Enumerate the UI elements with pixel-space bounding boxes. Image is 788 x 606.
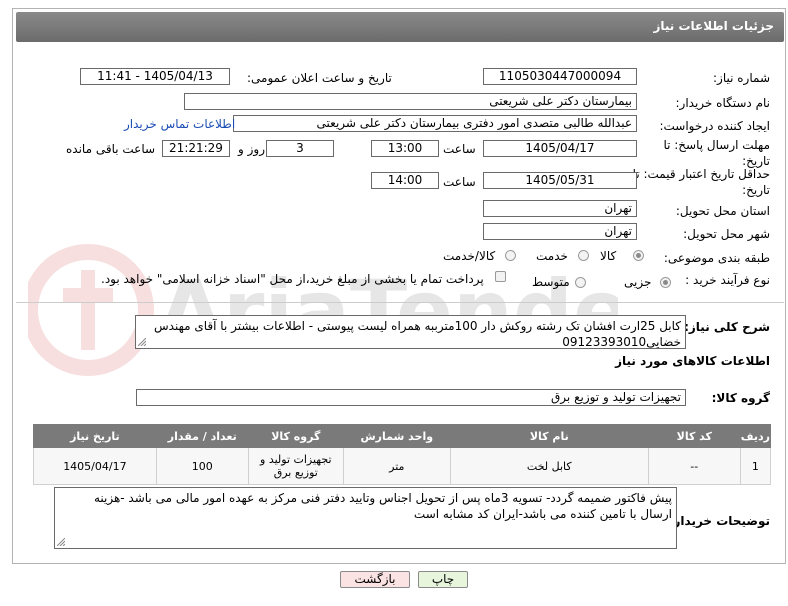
buyer-contact-link[interactable]: اطلاعات تماس خریدار (124, 117, 235, 131)
days-label: روز و (238, 142, 265, 156)
reply-time-label: ساعت (443, 142, 476, 156)
table-row: 1 -- کابل لخت متر تجهیزات تولید و توزیع … (33, 447, 772, 485)
category-option-goods: کالا (600, 249, 617, 263)
buyer-org-label: نام دستگاه خریدار: (675, 96, 771, 110)
reply-date-field: 1405/04/17 (483, 140, 637, 157)
price-time-field: 14:00 (371, 172, 439, 189)
cell-unit: متر (342, 447, 451, 485)
goods-table: ردیف کد کالا نام کالا واحد شمارش گروه کا… (33, 424, 772, 485)
col-group: گروه کالا (247, 424, 344, 448)
general-desc-label: شرح کلی نیاز: (684, 320, 770, 334)
price-time-label: ساعت (443, 175, 476, 189)
cell-group: تجهیزات تولید و توزیع برق (247, 447, 344, 485)
days-field: 3 (266, 140, 334, 157)
cell-quantity: 100 (155, 447, 249, 485)
announce-label: تاریخ و ساعت اعلان عمومی: (247, 71, 392, 85)
remaining-label: ساعت باقی مانده (66, 142, 156, 156)
col-quantity: تعداد / مقدار (155, 424, 249, 448)
process-radio-medium[interactable] (575, 277, 586, 288)
goods-group-label: گروه کالا: (711, 391, 770, 405)
cell-code: -- (647, 447, 741, 485)
need-number-field: 1105030447000094 (483, 68, 637, 85)
category-radio-service[interactable] (578, 250, 589, 261)
category-option-both: کالا/خدمت (443, 249, 496, 263)
col-date: تاریخ نیاز (33, 424, 157, 448)
price-date-field: 1405/05/31 (483, 172, 637, 189)
page-header: جزئیات اطلاعات نیاز (16, 12, 784, 42)
general-desc-text: کابل 25ارت افشان تک رشته روکش دار 100متر… (154, 319, 681, 349)
print-button[interactable]: چاپ (418, 571, 468, 588)
cell-date: 1405/04/17 (33, 447, 157, 485)
treasury-payment-checkbox[interactable] (495, 271, 506, 282)
resize-grip-icon[interactable] (57, 538, 65, 546)
resize-grip-icon[interactable] (138, 338, 146, 346)
back-button[interactable]: بازگشت (340, 571, 410, 588)
requester-field: عبدالله طالبی متصدی امور دفتری بیمارستان… (233, 115, 637, 132)
buyer-org-field: بیمارستان دکتر علی شریعتی (184, 93, 637, 110)
col-row: ردیف (739, 424, 772, 448)
requester-label: ایجاد کننده درخواست: (659, 119, 770, 133)
remaining-time-field: 21:21:29 (162, 140, 230, 157)
buyer-notes-textarea[interactable]: پیش فاکتور ضمیمه گردد- تسویه 3ماه پس از … (54, 487, 677, 549)
process-option-medium: متوسط (532, 275, 570, 289)
category-option-service: خدمت (536, 249, 568, 263)
price-deadline-label: حداقل تاریخ اعتبار قیمت: تا تاریخ: (632, 167, 770, 197)
goods-group-field: تجهیزات تولید و توزیع برق (136, 389, 686, 406)
reply-time-field: 13:00 (371, 140, 439, 157)
process-radio-minor[interactable] (660, 277, 671, 288)
reply-deadline-label: مهلت ارسال پاسخ: تا تاریخ: (663, 138, 770, 168)
category-label: طبقه بندی موضوعی: (663, 251, 770, 265)
treasury-payment-note: پرداخت تمام یا بخشی از مبلغ خرید،از محل … (101, 272, 484, 286)
delivery-province-label: استان محل تحویل: (675, 204, 770, 218)
general-desc-textarea[interactable]: کابل 25ارت افشان تک رشته روکش دار 100متر… (135, 315, 686, 349)
delivery-city-field: تهران (483, 223, 637, 240)
col-name: نام کالا (449, 424, 649, 448)
announce-field: 1405/04/13 - 11:41 (80, 68, 230, 85)
need-number-label: شماره نیاز: (713, 71, 770, 85)
col-code: کد کالا (647, 424, 741, 448)
goods-info-title: اطلاعات کالاهای مورد نیاز (615, 354, 770, 368)
table-header-row: ردیف کد کالا نام کالا واحد شمارش گروه کا… (33, 424, 772, 448)
page-title: جزئیات اطلاعات نیاز (653, 19, 774, 33)
category-radio-goods[interactable] (633, 250, 644, 261)
category-radio-both[interactable] (505, 250, 516, 261)
divider (16, 302, 784, 303)
cell-row: 1 (739, 447, 772, 485)
delivery-province-field: تهران (483, 200, 637, 217)
cell-name: کابل لخت (449, 447, 649, 485)
process-option-minor: جزیی (624, 275, 652, 289)
col-unit: واحد شمارش (342, 424, 451, 448)
buyer-notes-text: پیش فاکتور ضمیمه گردد- تسویه 3ماه پس از … (93, 491, 672, 521)
buyer-notes-label: توضیحات خریدار: (668, 514, 770, 528)
delivery-city-label: شهر محل تحویل: (683, 227, 770, 241)
process-label: نوع فرآیند خرید : (685, 273, 770, 287)
